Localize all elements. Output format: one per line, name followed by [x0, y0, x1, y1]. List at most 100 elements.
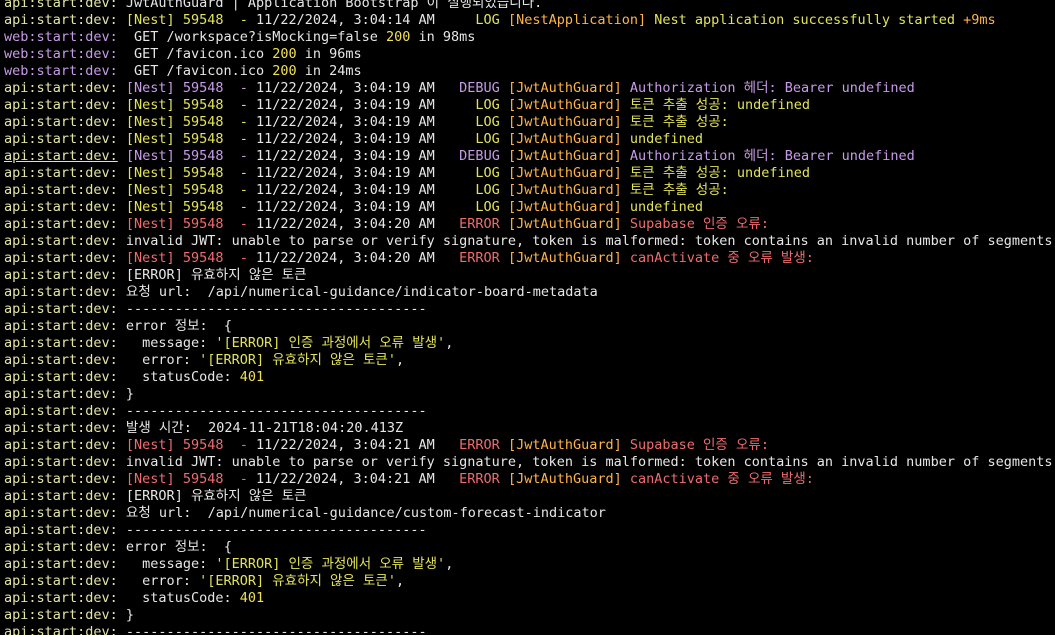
terminal-line: api:start:dev: JwtAuthGuard | Applicatio…	[0, 0, 1055, 12]
line-prefix: api:start:dev:	[4, 335, 126, 351]
line-text: GET /favicon.ico	[125, 46, 273, 62]
terminal-line: api:start:dev: 요청 url: /api/numerical-gu…	[0, 284, 1055, 301]
line-prefix: api:start:dev:	[4, 131, 126, 147]
line-text: [NestApplication]	[507, 12, 655, 28]
terminal-line: api:start:dev: invalid JWT: unable to pa…	[0, 233, 1055, 250]
line-text: message:	[125, 556, 216, 572]
terminal-line: api:start:dev: statusCode: 401	[0, 590, 1055, 607]
line-text: [Nest] 59548 -	[125, 182, 256, 198]
terminal-line: api:start:dev: invalid JWT: unable to pa…	[0, 454, 1055, 471]
line-prefix: api:start:dev:	[4, 590, 126, 606]
terminal-line: api:start:dev: }	[0, 607, 1055, 624]
line-text: undefined	[629, 131, 704, 147]
line-text: GET /workspace?isMocking=false	[125, 29, 387, 45]
line-prefix: api:start:dev:	[4, 403, 126, 419]
line-text: [JwtAuthGuard]	[507, 216, 630, 232]
line-text: 11/22/2024, 3:04:19 AM	[255, 114, 435, 130]
line-prefix: api:start:dev:	[4, 267, 126, 283]
line-text: DEBUG	[434, 80, 508, 96]
line-text: [Nest] 59548 -	[125, 165, 256, 181]
line-text: 11/22/2024, 3:04:20 AM	[255, 216, 435, 232]
line-prefix: api:start:dev:	[4, 199, 126, 215]
line-prefix: api:start:dev:	[4, 505, 126, 521]
terminal-line: api:start:dev: [Nest] 59548 - 11/22/2024…	[0, 437, 1055, 454]
line-text: in 96ms	[296, 46, 362, 62]
line-text: error 정보: {	[125, 539, 233, 555]
terminal-line: api:start:dev: error: '[ERROR] 유효하지 않은 토…	[0, 573, 1055, 590]
line-text: ,	[445, 335, 454, 351]
line-text: [JwtAuthGuard]	[507, 148, 630, 164]
terminal-line: web:start:dev: GET /workspace?isMocking=…	[0, 29, 1055, 46]
terminal-line: api:start:dev: [Nest] 59548 - 11/22/2024…	[0, 80, 1055, 97]
line-text: 11/22/2024, 3:04:19 AM	[255, 97, 435, 113]
line-text: 11/22/2024, 3:04:19 AM	[255, 165, 435, 181]
terminal-line: api:start:dev: -------------------------…	[0, 624, 1055, 635]
terminal-line: api:start:dev: error: '[ERROR] 유효하지 않은 토…	[0, 352, 1055, 369]
line-prefix: api:start:dev:	[4, 114, 126, 130]
terminal-line: api:start:dev: [Nest] 59548 - 11/22/2024…	[0, 114, 1055, 131]
line-text: [Nest] 59548 -	[125, 437, 256, 453]
line-text	[118, 148, 126, 164]
line-text: 토큰 추출 성공: undefined	[629, 165, 811, 181]
terminal-line: api:start:dev: -------------------------…	[0, 403, 1055, 420]
line-text: [JwtAuthGuard]	[507, 114, 630, 130]
line-text: 11/22/2024, 3:04:19 AM	[255, 80, 435, 96]
line-text: LOG	[434, 182, 508, 198]
line-text: [JwtAuthGuard]	[507, 437, 630, 453]
line-prefix: api:start:dev:	[4, 165, 126, 181]
line-prefix: api:start:dev:	[4, 624, 126, 635]
terminal-line: api:start:dev: [ERROR] 유효하지 않은 토큰	[0, 488, 1055, 505]
line-text: [Nest] 59548 -	[125, 131, 256, 147]
terminal-line: api:start:dev: 요청 url: /api/numerical-gu…	[0, 505, 1055, 522]
line-text: 200	[272, 46, 297, 62]
line-text: [Nest] 59548 -	[125, 80, 256, 96]
line-prefix: api:start:dev:	[4, 488, 126, 504]
line-text: '[ERROR] 인증 과정에서 오류 발생'	[215, 556, 446, 572]
line-text: 요청 url: /api/numerical-guidance/indicato…	[125, 284, 598, 300]
line-text: ERROR	[434, 250, 508, 266]
line-prefix: web:start:dev:	[4, 63, 126, 79]
terminal-line: api:start:dev: [Nest] 59548 - 11/22/2024…	[0, 97, 1055, 114]
line-text: DEBUG	[434, 148, 508, 164]
line-text: Authorization 헤더: Bearer undefined	[629, 80, 915, 96]
line-text: error:	[125, 573, 200, 589]
line-text: GET /favicon.ico	[125, 63, 273, 79]
line-text: message:	[125, 335, 216, 351]
terminal-line: web:start:dev: GET /favicon.ico 200 in 2…	[0, 63, 1055, 80]
terminal-line: api:start:dev: [Nest] 59548 - 11/22/2024…	[0, 12, 1055, 29]
line-text: ,	[395, 352, 405, 368]
line-prefix: api:start:dev:	[4, 216, 126, 232]
line-text: statusCode:	[125, 590, 240, 606]
line-prefix: api:start:dev:	[4, 369, 126, 385]
terminal-line: api:start:dev: [Nest] 59548 - 11/22/2024…	[0, 165, 1055, 182]
line-prefix: api:start:dev:	[4, 386, 126, 402]
line-prefix: api:start:dev:	[4, 233, 126, 249]
line-text: 토큰 추출 성공:	[629, 182, 729, 198]
line-prefix: api:start:dev:	[4, 284, 126, 300]
line-text: '[ERROR] 유효하지 않은 토큰'	[199, 352, 396, 368]
line-text: 토큰 추출 성공:	[629, 114, 729, 130]
line-text: '[ERROR] 유효하지 않은 토큰'	[199, 573, 396, 589]
line-text: 11/22/2024, 3:04:21 AM	[255, 471, 435, 487]
line-text: 11/22/2024, 3:04:19 AM	[255, 131, 435, 147]
line-text: ERROR	[434, 437, 508, 453]
line-text: ERROR	[434, 471, 508, 487]
line-text: 요청 url: /api/numerical-guidance/custom-f…	[125, 505, 606, 521]
line-prefix: api:start:dev:	[4, 420, 126, 436]
terminal-line: api:start:dev: [ERROR] 유효하지 않은 토큰	[0, 267, 1055, 284]
terminal-line: api:start:dev: [Nest] 59548 - 11/22/2024…	[0, 199, 1055, 216]
terminal-output[interactable]: api:start:dev: JwtAuthGuard | Applicatio…	[0, 0, 1055, 635]
line-text: [JwtAuthGuard]	[507, 182, 630, 198]
line-text: Supabase 인증 오류:	[629, 437, 769, 453]
line-text: LOG	[434, 12, 508, 28]
line-text: 11/22/2024, 3:04:20 AM	[255, 250, 435, 266]
line-text: JwtAuthGuard | Application Bootstrap 이 실…	[125, 0, 543, 11]
terminal-line: api:start:dev: [Nest] 59548 - 11/22/2024…	[0, 216, 1055, 233]
line-text: [JwtAuthGuard]	[507, 165, 630, 181]
terminal-line: api:start:dev: [Nest] 59548 - 11/22/2024…	[0, 250, 1055, 267]
line-prefix: api:start:dev:	[4, 80, 126, 96]
line-text: [Nest] 59548 -	[125, 97, 256, 113]
line-prefix: web:start:dev:	[4, 46, 126, 62]
line-text: Nest application successfully started	[654, 12, 964, 28]
line-text: }	[125, 607, 135, 623]
